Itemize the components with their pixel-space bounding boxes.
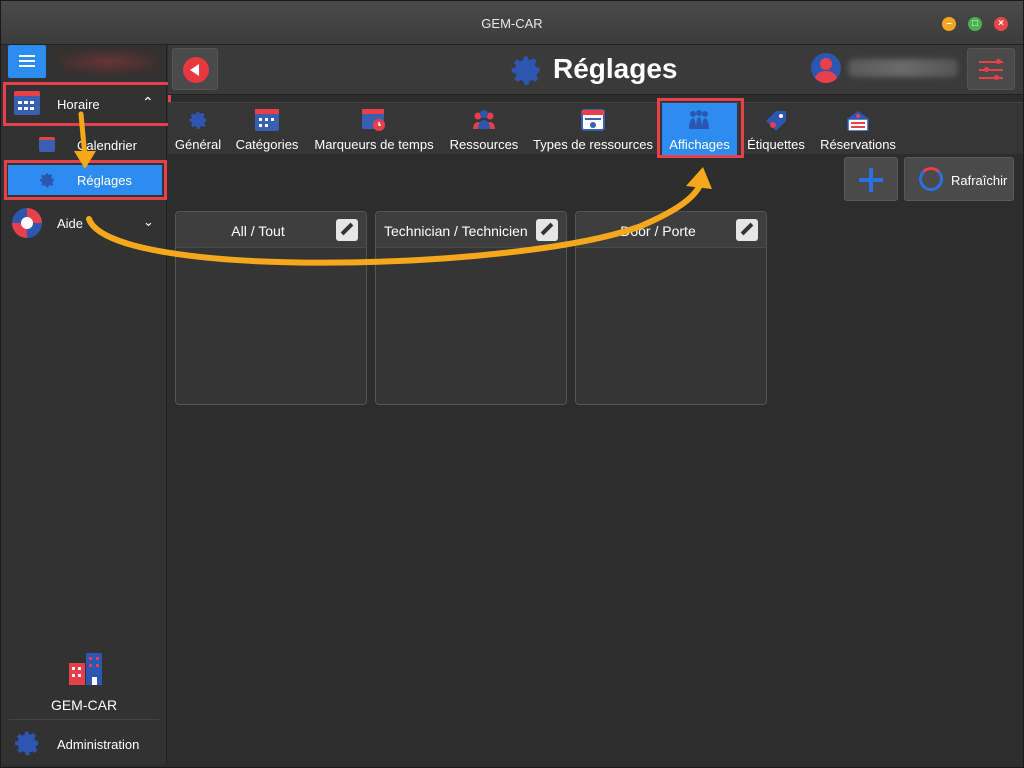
display-card: Technician / Technicien (375, 211, 567, 405)
id-card-icon (581, 109, 605, 131)
building-icon (69, 653, 102, 685)
refresh-label: Rafraîchir (951, 173, 1008, 188)
back-button[interactable] (172, 48, 218, 90)
blurred-logo (56, 49, 161, 75)
filters-button[interactable] (967, 48, 1015, 90)
tab-reservations[interactable]: Réservations (818, 103, 898, 155)
maximize-button[interactable]: □ (968, 17, 982, 31)
back-arrow-icon (183, 57, 209, 83)
clock-calendar-icon (362, 109, 385, 131)
refresh-button[interactable]: Rafraîchir (904, 157, 1014, 201)
card-title: Door / Porte (620, 223, 696, 239)
brand-label: GEM-CAR (50, 697, 118, 713)
categories-calendar-icon (255, 109, 279, 131)
tab-categories[interactable]: Catégories (232, 103, 302, 155)
page-title: Réglages (553, 53, 678, 84)
window-title: GEM-CAR (481, 16, 543, 31)
calendar-small-icon (39, 137, 55, 152)
edit-pencil-icon[interactable] (336, 219, 358, 241)
tab-types-de-ressources[interactable]: Types de ressources (532, 103, 654, 155)
help-lifebuoy-icon (12, 208, 42, 238)
tab-label: Ressources (449, 137, 519, 152)
card-title: All / Tout (231, 223, 285, 239)
sidebar-item-label: Administration (57, 737, 140, 752)
tab-ressources[interactable]: Ressources (446, 103, 522, 155)
tab-etiquettes[interactable]: Étiquettes (744, 103, 808, 155)
highlight-horaire (3, 82, 171, 126)
refresh-icon (919, 167, 943, 191)
sidebar-item-aide[interactable]: Aide ⌄ (1, 205, 167, 241)
tab-label: Étiquettes (747, 137, 805, 152)
tag-icon (766, 111, 786, 131)
add-button[interactable] (844, 157, 898, 201)
close-button[interactable]: × (994, 17, 1008, 31)
highlight-reglages (4, 160, 167, 200)
minimize-button[interactable]: – (942, 17, 956, 31)
sidebar-item-administration[interactable]: Administration (1, 725, 167, 761)
tab-label: Catégories (235, 137, 299, 152)
user-avatar-icon[interactable] (811, 53, 841, 83)
chevron-down-icon[interactable]: ⌄ (143, 214, 154, 230)
sidebar-item-label: Aide (57, 216, 84, 231)
display-card: Door / Porte (575, 211, 767, 405)
settings-gear-icon (511, 56, 540, 85)
title-bar: GEM-CAR – □ × (1, 1, 1023, 45)
sidebar-item-label: Calendrier (77, 138, 137, 153)
garage-building-icon (847, 111, 869, 131)
divider (9, 719, 159, 720)
hamburger-menu-button[interactable] (8, 45, 46, 78)
card-header: Door / Porte (576, 212, 766, 248)
admin-gear-icon (15, 731, 39, 756)
edit-pencil-icon[interactable] (736, 219, 758, 241)
tab-label: Réservations (820, 137, 896, 152)
card-header: Technician / Technicien (376, 212, 566, 248)
tab-marqueurs-de-temps[interactable]: Marqueurs de temps (312, 103, 436, 155)
tab-bar: Général Catégories Marqueurs de temps Re… (168, 102, 1023, 155)
highlight-affichages (657, 98, 744, 158)
tab-label: Types de ressources (533, 137, 653, 152)
tab-label: Général (174, 137, 222, 152)
gear-icon (189, 111, 207, 129)
people-group-icon (473, 110, 495, 129)
tab-label: Marqueurs de temps (314, 137, 434, 152)
tab-general[interactable]: Général (172, 103, 224, 155)
display-card: All / Tout (175, 211, 367, 405)
sidebar: Horaire ⌃ Calendrier Réglages Aide ⌄ GEM… (1, 45, 171, 765)
edit-pencil-icon[interactable] (536, 219, 558, 241)
card-title: Technician / Technicien (384, 223, 528, 239)
app-window: GEM-CAR – □ × Horaire ⌃ Calendrier Régla… (0, 0, 1024, 768)
sidebar-item-calendrier[interactable]: Calendrier (1, 127, 167, 163)
header-bar: Réglages (168, 45, 1023, 95)
card-header: All / Tout (176, 212, 366, 248)
user-name-blurred[interactable] (848, 59, 958, 77)
